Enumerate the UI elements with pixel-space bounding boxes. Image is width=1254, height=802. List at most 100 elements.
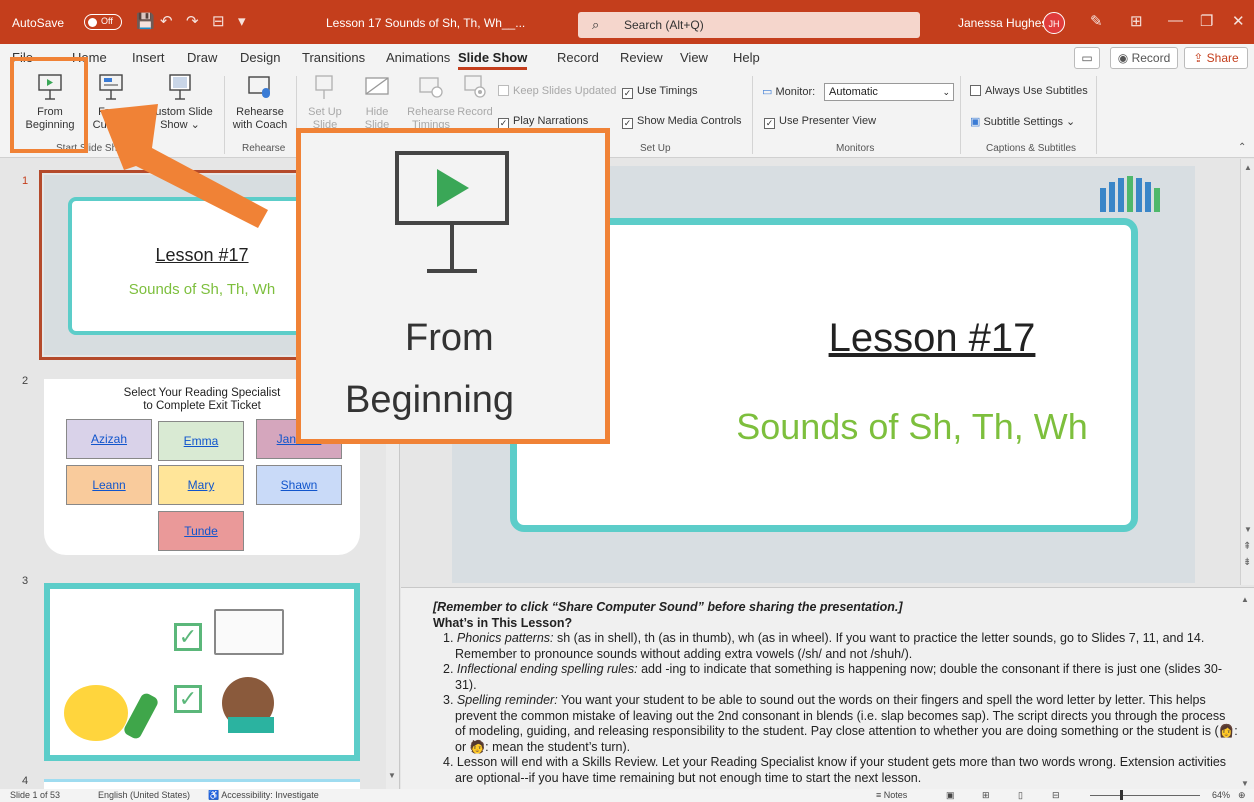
notes-list-item: 1. Phonics patterns: sh (as in shell), t…: [433, 631, 1239, 662]
show-media-controls-checkbox[interactable]: ✓ Show Media Controls: [622, 115, 742, 129]
tab-design[interactable]: Design: [240, 50, 280, 65]
thumb2-heading-line1: Select Your Reading Specialist: [123, 387, 281, 399]
subtitle-settings-icon: ▣: [970, 116, 981, 128]
notes-scroll-down-icon[interactable]: ▼: [1241, 776, 1249, 789]
slide-title[interactable]: Lesson #17: [682, 316, 1182, 361]
minimize-icon[interactable]: —: [1168, 12, 1183, 29]
accessibility-status[interactable]: ♿ Accessibility: Investigate: [208, 790, 319, 801]
presenter-view-label: Use Presenter View: [779, 115, 877, 127]
scroll-up-icon[interactable]: ▲: [1244, 163, 1252, 172]
subtitle-settings-label: Subtitle Settings: [983, 116, 1063, 128]
checkbox-icon: ✓: [174, 685, 202, 713]
zoom-slider[interactable]: [1090, 795, 1200, 796]
ribbon-separator: [224, 76, 225, 154]
play-narrations-checkbox[interactable]: ✓ Play Narrations: [498, 115, 588, 129]
specialist-link-emma[interactable]: Emma: [158, 421, 244, 461]
autosave-toggle[interactable]: Off: [84, 14, 122, 30]
tab-record[interactable]: Record: [557, 50, 599, 65]
ribbon: From Beginning From Current Custom Slide…: [0, 70, 1254, 158]
tab-animations[interactable]: Animations: [386, 50, 450, 65]
from-current-icon: [99, 74, 123, 100]
use-timings-checkbox[interactable]: ✓ Use Timings: [622, 85, 698, 99]
notes-list-item: 2. Inflectional ending spelling rules: a…: [433, 662, 1239, 693]
rehearse-coach-line2: with Coach: [232, 119, 288, 131]
next-slide-icon[interactable]: ⇟: [1243, 557, 1251, 568]
autosave-label: AutoSave: [12, 16, 65, 30]
custom-slide-show-button[interactable]: Custom Slide Show ⌄: [142, 74, 218, 132]
avatar[interactable]: JH: [1043, 12, 1065, 34]
previous-slide-icon[interactable]: ⇞: [1243, 541, 1251, 552]
from-current-line1: From: [98, 106, 124, 118]
tab-draw[interactable]: Draw: [187, 50, 217, 65]
save-icon[interactable]: 💾: [136, 12, 155, 30]
zoom-slider-thumb[interactable]: [1120, 790, 1123, 800]
notes-scroll-up-icon[interactable]: ▲: [1241, 592, 1249, 608]
present-icon[interactable]: ⊟: [212, 12, 225, 30]
thumb-subtitle: Sounds of Sh, Th, Wh: [128, 281, 276, 298]
slide-subtitle[interactable]: Sounds of Sh, Th, Wh: [632, 406, 1192, 448]
monitor-select[interactable]: Automatic ⌄: [824, 83, 954, 101]
presenter-view-check-icon: ✓: [764, 118, 775, 129]
from-current-line2: Current: [92, 119, 130, 131]
scroll-down-icon[interactable]: ▼: [388, 771, 396, 780]
monitor-label: ▭ Monitor:: [762, 85, 815, 98]
tab-slide-show[interactable]: Slide Show: [458, 50, 528, 70]
ribbon-display-icon[interactable]: ⊞: [1130, 12, 1143, 30]
undo-icon[interactable]: ↶: [160, 12, 173, 30]
subtitle-settings-button[interactable]: ▣ Subtitle Settings ⌄: [970, 115, 1075, 128]
rehearse-with-coach-button[interactable]: Rehearse with Coach: [228, 74, 292, 132]
document-title[interactable]: Lesson 17 Sounds of Sh, Th, Wh__...: [326, 16, 525, 30]
user-name: Janessa Hughes: [958, 16, 1048, 30]
slideshow-view-icon[interactable]: ⊟: [1052, 790, 1060, 801]
specialist-link-shawn[interactable]: Shawn: [256, 465, 342, 505]
search-box[interactable]: ⌕ Search (Alt+Q): [578, 12, 920, 38]
share-button[interactable]: ⇪ Share: [1184, 47, 1248, 69]
marker-icon: [122, 691, 160, 741]
specialist-link-azizah[interactable]: Azizah: [66, 419, 152, 459]
slide-thumbnail-4[interactable]: [44, 779, 360, 789]
slide-sorter-icon[interactable]: ⊞: [982, 790, 990, 801]
notes-item-lead: Phonics patterns:: [456, 631, 554, 645]
keep-slides-updated-checkbox[interactable]: Keep Slides Updated: [498, 85, 616, 97]
notes-button[interactable]: ≡ Notes: [876, 790, 907, 800]
zoomed-callout: From Beginning: [296, 128, 610, 444]
collapse-ribbon-icon[interactable]: ⌃: [1238, 142, 1246, 153]
slide-thumbnail-3[interactable]: ✓ ✓: [44, 583, 360, 761]
scroll-down-icon[interactable]: ▼: [1244, 525, 1252, 534]
use-presenter-view-checkbox[interactable]: ✓ Use Presenter View: [764, 115, 876, 129]
reading-view-icon[interactable]: ▯: [1018, 790, 1023, 801]
record-button[interactable]: ◉ Record: [1110, 47, 1178, 69]
comments-icon[interactable]: ▭: [1074, 47, 1100, 69]
tab-view[interactable]: View: [680, 50, 708, 65]
thumb3-body: ✓ ✓: [50, 589, 354, 755]
from-current-button[interactable]: From Current: [84, 74, 138, 132]
language-indicator[interactable]: English (United States): [98, 790, 190, 800]
tab-transitions[interactable]: Transitions: [302, 50, 365, 65]
normal-view-icon[interactable]: ▣: [946, 790, 955, 801]
customize-icon[interactable]: ▾: [238, 12, 246, 30]
zoom-level[interactable]: 64%: [1212, 790, 1230, 800]
hide-slide-button[interactable]: Hide Slide: [352, 74, 402, 132]
notes-item-text: sh (as in shell), th (as in thumb), wh (…: [455, 631, 1205, 661]
editor-scrollbar[interactable]: ▲ ▼ ⇞ ⇟: [1240, 159, 1254, 585]
tab-review[interactable]: Review: [620, 50, 663, 65]
close-icon[interactable]: ✕: [1232, 12, 1245, 30]
rehearse-timings-button[interactable]: Rehearse Timings: [404, 74, 458, 132]
specialist-link-leann[interactable]: Leann: [66, 465, 152, 505]
record-slide-button[interactable]: Record: [456, 74, 494, 119]
setup-icon: [315, 75, 333, 99]
specialist-link-mary[interactable]: Mary: [158, 465, 244, 505]
show-media-check-icon: ✓: [622, 118, 633, 129]
timings-line1: Rehearse: [407, 106, 455, 118]
fit-to-window-icon[interactable]: ⊕: [1238, 790, 1246, 801]
custom-show-line1: Custom Slide: [147, 106, 213, 118]
speaker-notes-pane[interactable]: [Remember to click “Share Computer Sound…: [401, 587, 1254, 789]
restore-icon[interactable]: ❐: [1200, 12, 1213, 30]
always-use-subtitles-checkbox[interactable]: Always Use Subtitles: [970, 85, 1088, 97]
specialist-link-tunde[interactable]: Tunde: [158, 511, 244, 551]
redo-icon[interactable]: ↷: [186, 12, 199, 30]
pen-icon[interactable]: ✎: [1090, 12, 1103, 30]
tab-insert[interactable]: Insert: [132, 50, 165, 65]
tab-help[interactable]: Help: [733, 50, 760, 65]
notes-item-lead: Spelling reminder:: [456, 693, 558, 707]
